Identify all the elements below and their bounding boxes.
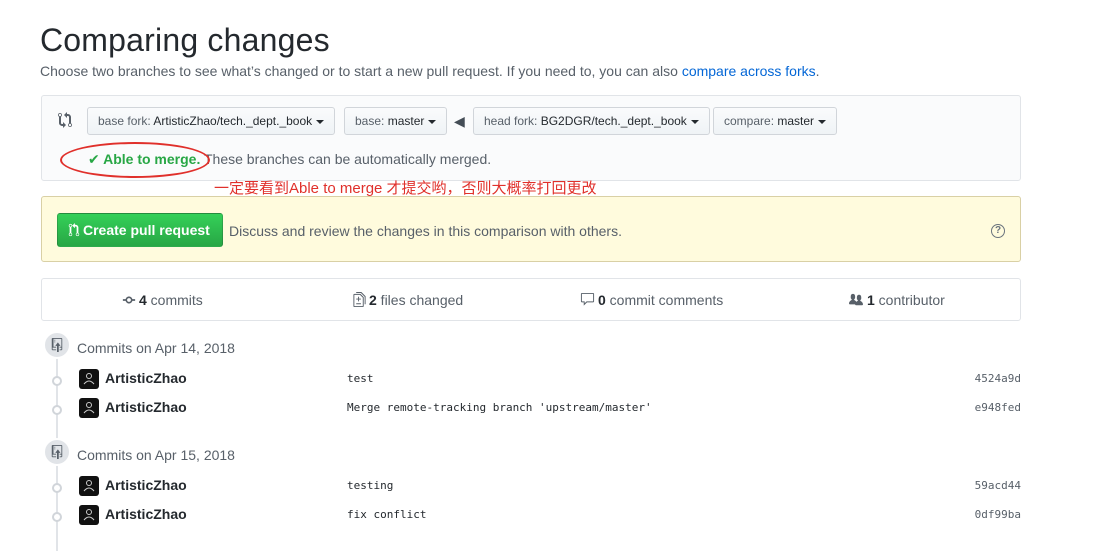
commits-label: commits bbox=[146, 292, 203, 308]
people-icon bbox=[849, 293, 863, 306]
stat-files-changed[interactable]: 2 files changed bbox=[353, 292, 463, 308]
head-fork-value: BG2DGR/tech._dept._book bbox=[540, 114, 687, 128]
commit-sha[interactable]: 59acd44 bbox=[975, 479, 1021, 492]
base-branch-select[interactable]: base: master bbox=[344, 107, 448, 135]
create-pull-request-button[interactable]: Create pull request bbox=[57, 213, 223, 247]
commit-message[interactable]: Merge remote-tracking branch 'upstream/m… bbox=[347, 401, 652, 414]
base-fork-select[interactable]: base fork: ArtisticZhao/tech._dept._book bbox=[87, 107, 336, 135]
avatar[interactable] bbox=[79, 505, 99, 525]
compare-branch-select[interactable]: compare: master bbox=[713, 107, 838, 135]
base-prefix: base: bbox=[355, 114, 388, 128]
compare-stats: 4 commits 2 files changed 0 commit comme… bbox=[41, 278, 1021, 321]
commit-author[interactable]: ArtisticZhao bbox=[105, 399, 187, 415]
files-label: files changed bbox=[376, 292, 464, 308]
base-value: master bbox=[387, 114, 425, 128]
commit-author[interactable]: ArtisticZhao bbox=[105, 477, 187, 493]
annotation-note: 一定要看到Able to merge 才提交哟，否则大概率打回更改 bbox=[214, 180, 597, 197]
files-count: 2 bbox=[369, 292, 377, 308]
arrow-left-icon: ◀ bbox=[454, 113, 465, 129]
comment-icon bbox=[580, 292, 595, 306]
chevron-down-icon bbox=[316, 119, 325, 124]
commit-group-title: Commits on Apr 15, 2018 bbox=[77, 447, 235, 463]
chevron-down-icon bbox=[428, 119, 437, 124]
avatar[interactable] bbox=[79, 476, 99, 496]
commit-group-title: Commits on Apr 14, 2018 bbox=[77, 340, 235, 356]
compare-across-forks-link[interactable]: compare across forks bbox=[682, 63, 816, 79]
commit-message[interactable]: testing bbox=[347, 479, 393, 492]
stat-commit-comments[interactable]: 0 commit comments bbox=[580, 292, 723, 308]
commit-sha[interactable]: e948fed bbox=[975, 401, 1021, 414]
comments-label: commit comments bbox=[605, 292, 724, 308]
contributors-label: contributor bbox=[874, 292, 945, 308]
commit-dot-icon bbox=[52, 483, 62, 493]
commit-dot-icon bbox=[52, 512, 62, 522]
chevron-down-icon bbox=[690, 119, 699, 124]
stat-contributors[interactable]: 1 contributor bbox=[848, 292, 945, 308]
git-compare-icon bbox=[58, 112, 74, 128]
contributors-count: 1 bbox=[867, 292, 875, 308]
pr-description: Discuss and review the changes in this c… bbox=[229, 223, 622, 239]
commit-row: ArtisticZhao Merge remote-tracking branc… bbox=[0, 398, 1093, 420]
commit-row: ArtisticZhao testing 59acd44 bbox=[0, 476, 1093, 498]
base-fork-prefix: base fork: bbox=[98, 114, 154, 128]
commit-dot-icon bbox=[52, 376, 62, 386]
commit-row: ArtisticZhao fix conflict 0df99ba bbox=[0, 505, 1093, 527]
head-fork-prefix: head fork: bbox=[484, 114, 541, 128]
commit-message[interactable]: fix conflict bbox=[347, 508, 426, 521]
pull-request-icon bbox=[68, 223, 80, 237]
create-pr-panel: Create pull request Discuss and review t… bbox=[41, 196, 1021, 262]
commit-dot-icon bbox=[52, 405, 62, 415]
help-icon[interactable]: ? bbox=[991, 224, 1005, 238]
head-fork-select[interactable]: head fork: BG2DGR/tech._dept._book bbox=[473, 107, 710, 135]
subtitle-text: Choose two branches to see what’s change… bbox=[40, 63, 678, 79]
page-title: Comparing changes bbox=[40, 22, 330, 58]
commit-message[interactable]: test bbox=[347, 372, 374, 385]
commit-author[interactable]: ArtisticZhao bbox=[105, 370, 187, 386]
commit-sha[interactable]: 4524a9d bbox=[975, 372, 1021, 385]
compare-prefix: compare: bbox=[724, 114, 778, 128]
base-fork-value: ArtisticZhao/tech._dept._book bbox=[153, 114, 313, 128]
repo-push-icon bbox=[43, 331, 71, 359]
chevron-down-icon bbox=[818, 119, 827, 124]
avatar[interactable] bbox=[79, 369, 99, 389]
page-subtitle: Choose two branches to see what’s change… bbox=[40, 63, 820, 79]
annotation-oval bbox=[60, 142, 210, 178]
avatar[interactable] bbox=[79, 398, 99, 418]
subtitle-end: . bbox=[815, 63, 820, 79]
stat-commits[interactable]: 4 commits bbox=[122, 292, 203, 308]
repo-push-icon bbox=[43, 438, 71, 466]
file-diff-icon bbox=[353, 292, 366, 307]
commit-sha[interactable]: 0df99ba bbox=[975, 508, 1021, 521]
comments-count: 0 bbox=[598, 292, 606, 308]
commits-count: 4 bbox=[139, 292, 147, 308]
merge-status-text: These branches can be automatically merg… bbox=[200, 151, 492, 167]
compare-value: master bbox=[777, 114, 815, 128]
commit-author[interactable]: ArtisticZhao bbox=[105, 506, 187, 522]
create-pull-request-label: Create pull request bbox=[83, 222, 210, 238]
commit-row: ArtisticZhao test 4524a9d bbox=[0, 369, 1093, 391]
commit-icon bbox=[122, 296, 136, 304]
